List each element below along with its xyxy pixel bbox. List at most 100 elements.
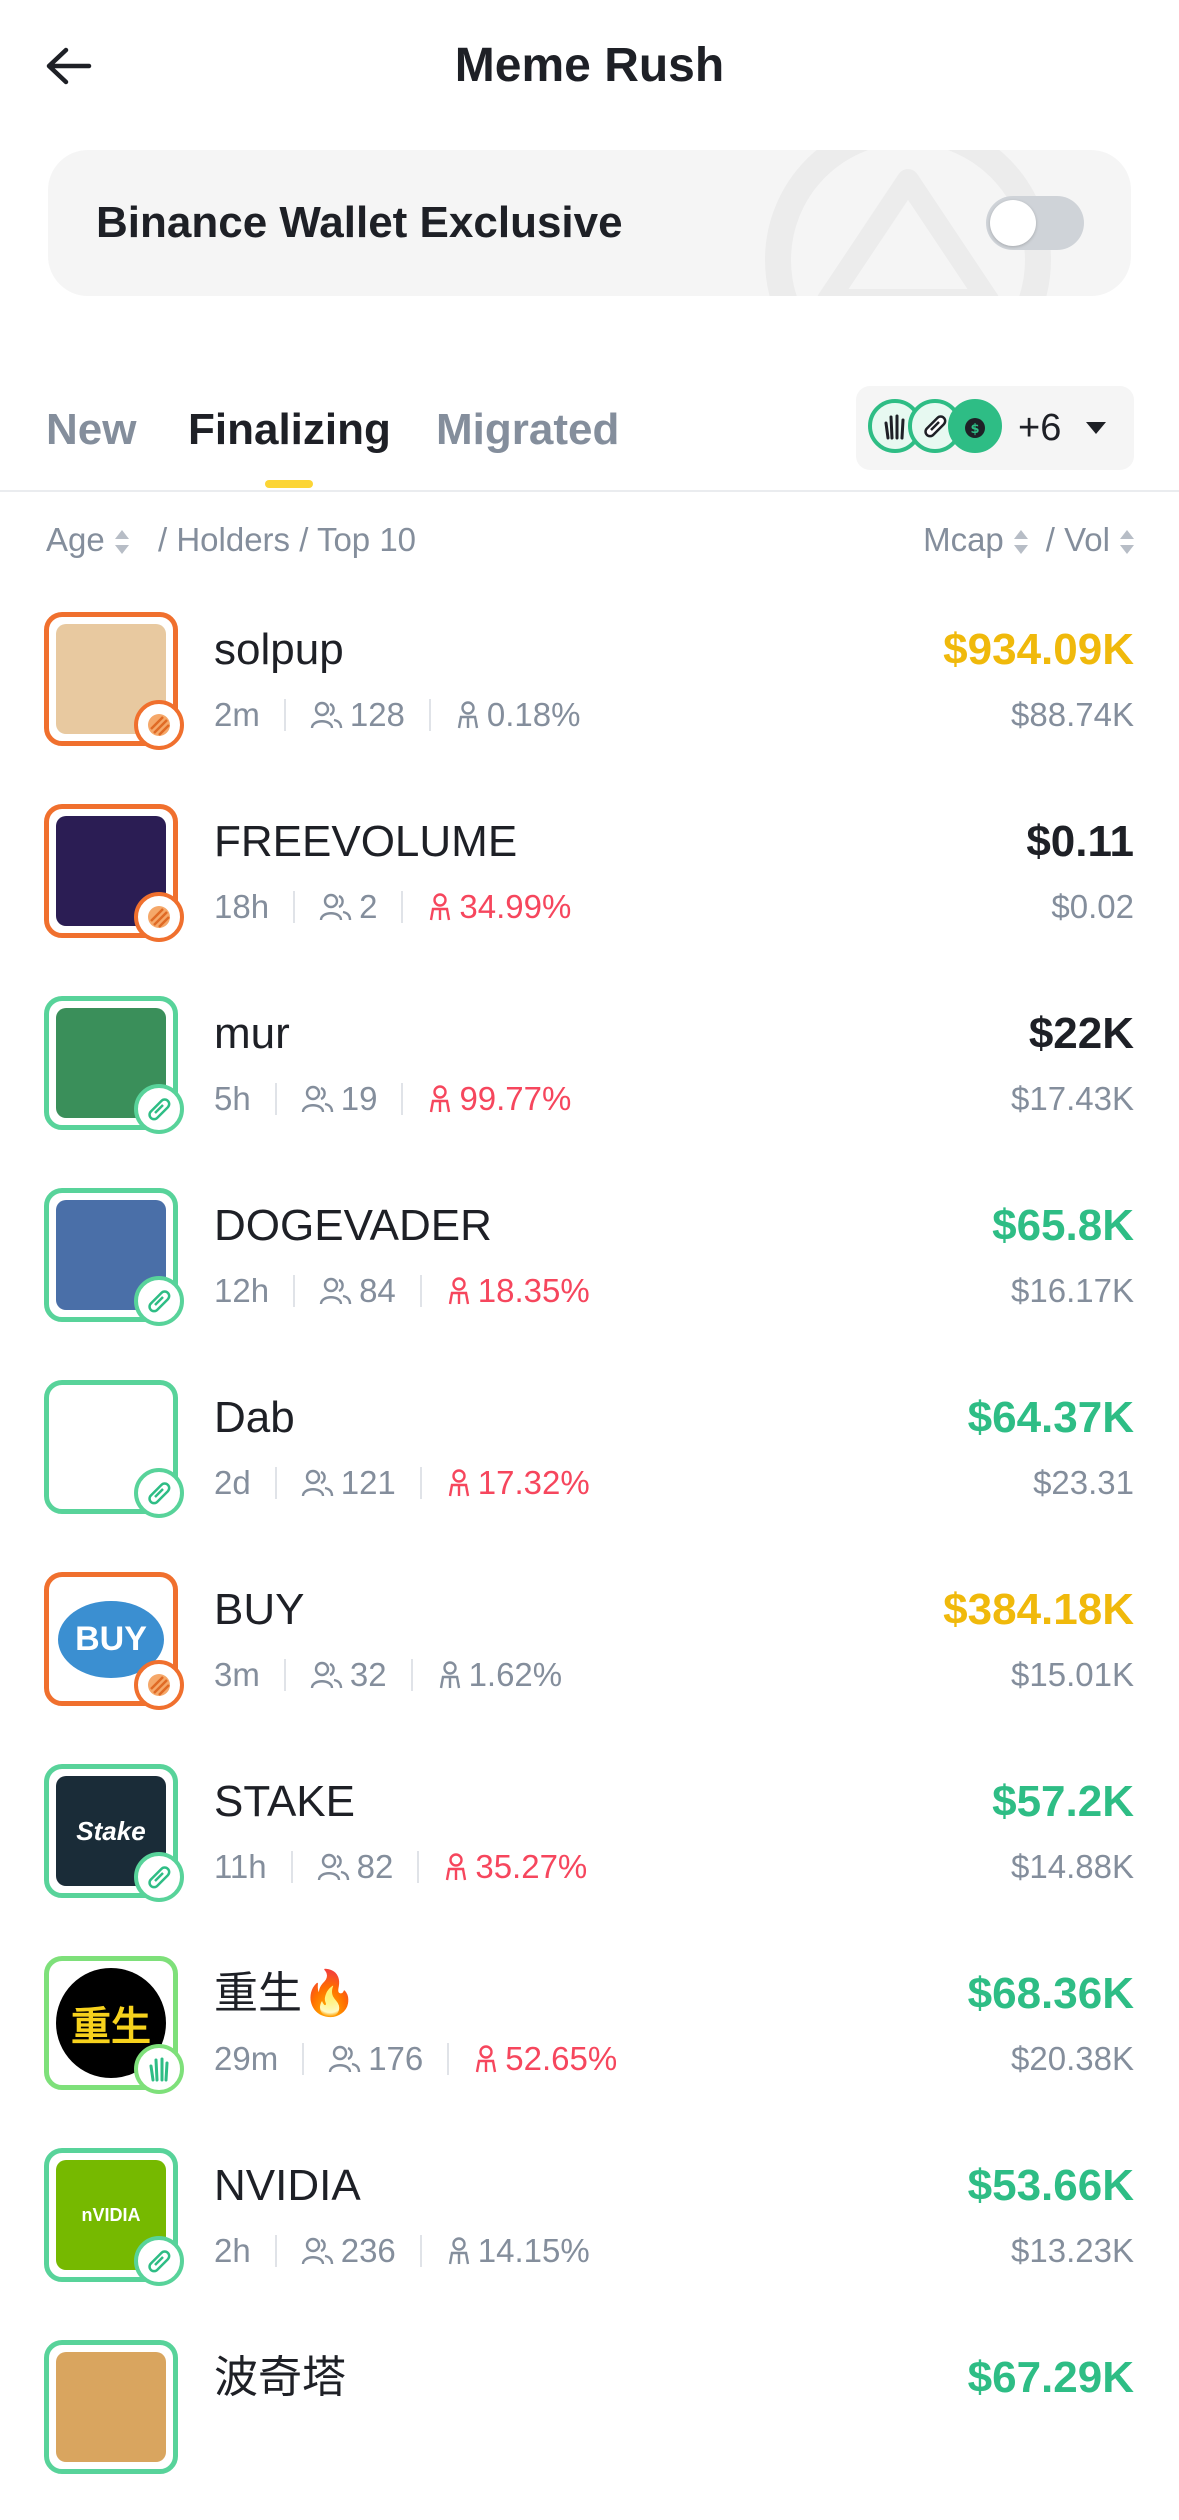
token-name: mur	[214, 1009, 290, 1058]
token-row[interactable]: nVIDIA NVIDIA 2h 236 14.15% $53.66K $13.23K	[0, 2136, 1179, 2328]
token-vol: $17.43K	[1011, 1080, 1134, 1117]
sort-icon	[114, 530, 129, 555]
sort-icon	[1120, 530, 1134, 555]
holders-icon	[319, 892, 353, 922]
token-holders: 176	[368, 2040, 424, 2077]
token-mcap: $67.29K	[967, 2353, 1134, 2402]
token-top10: 52.65%	[505, 2040, 618, 2077]
age-sort-header[interactable]: Age	[46, 515, 129, 565]
token-meta: 2d 121 17.32%	[214, 1458, 590, 1508]
avatar-text: Stake	[76, 1815, 146, 1846]
avatar-text: 重生	[71, 2005, 151, 2049]
token-top10: 17.32%	[477, 1464, 590, 1501]
pill-icon	[134, 1468, 184, 1518]
top10-icon	[427, 892, 453, 922]
divider	[401, 1083, 404, 1115]
token-top10: 34.99%	[459, 888, 572, 925]
token-meta: 18h 2 34.99%	[214, 882, 571, 932]
pill-icon	[134, 2236, 184, 2286]
divider	[274, 2235, 277, 2267]
token-avatar	[44, 996, 184, 1134]
token-age: 2m	[214, 696, 260, 733]
money-bag-icon: $	[948, 399, 1002, 453]
token-row[interactable]: BUY BUY 3m 32 1.62% $384.18K $15.01K	[0, 1560, 1179, 1752]
caret-down-icon	[1086, 422, 1106, 434]
divider	[274, 1467, 277, 1499]
divider	[447, 2043, 450, 2075]
tab-finalizing[interactable]: Finalizing	[188, 402, 391, 458]
divider	[293, 1275, 296, 1307]
token-vol: $15.01K	[1011, 1656, 1134, 1693]
binance-exclusive-card: Binance Wallet Exclusive	[48, 150, 1131, 296]
token-vol: $13.23K	[1011, 2232, 1134, 2269]
token-age: 12h	[214, 1272, 270, 1309]
stripes-icon	[134, 892, 184, 942]
divider	[428, 699, 431, 731]
pill-icon	[134, 1084, 184, 1134]
token-avatar: Stake	[44, 1764, 184, 1902]
divider	[401, 891, 404, 923]
token-age: 29m	[214, 2040, 279, 2077]
token-top10: 0.18%	[486, 696, 581, 733]
mcap-vol-sort-header[interactable]: Mcap / Vol	[923, 515, 1134, 565]
token-vol: $20.38K	[1011, 2040, 1134, 2077]
tab-migrated[interactable]: Migrated	[436, 402, 619, 458]
token-top10: 35.27%	[475, 1848, 588, 1885]
token-meta: 2h 236 14.15%	[214, 2226, 590, 2276]
token-meta: 5h 19 99.77%	[214, 1074, 571, 1124]
divider	[274, 1083, 277, 1115]
tab-bar: New Finalizing Migrated $ +6	[0, 380, 1179, 492]
token-meta: 2m 128 0.18%	[214, 690, 580, 740]
token-meta: 3m 32 1.62%	[214, 1650, 562, 1700]
token-age: 5h	[214, 1080, 251, 1117]
token-mcap: $57.2K	[992, 1777, 1134, 1826]
token-holders: 19	[340, 1080, 378, 1117]
exclusive-toggle[interactable]	[986, 196, 1084, 250]
toggle-knob	[990, 200, 1036, 246]
top10-icon	[473, 2044, 499, 2074]
token-holders: 84	[359, 1272, 396, 1309]
divider	[419, 2235, 422, 2267]
divider	[283, 699, 286, 731]
token-top10: 18.35%	[477, 1272, 590, 1309]
top10-icon	[446, 1276, 472, 1306]
token-row[interactable]: 波奇塔 $67.29K	[0, 2328, 1179, 2520]
token-avatar	[44, 612, 184, 750]
pill-icon	[134, 1276, 184, 1326]
sort-icon	[1013, 530, 1028, 555]
protocol-filter-button[interactable]: $ +6	[856, 386, 1134, 470]
token-row[interactable]: Stake STAKE 11h 82 35.27% $57.2K $14.88K	[0, 1752, 1179, 1944]
token-name: FREEVOLUME	[214, 817, 518, 866]
token-row[interactable]: solpup 2m 128 0.18% $934.09K $88.74K	[0, 600, 1179, 792]
token-vol: $14.88K	[1011, 1848, 1134, 1885]
token-row[interactable]: 重生 重生🔥 29m 176 52.65% $68.36K $20.38K	[0, 1944, 1179, 2136]
filter-extra-count: +6	[1018, 407, 1062, 449]
token-mcap: $64.37K	[967, 1393, 1134, 1442]
tab-new[interactable]: New	[46, 402, 136, 458]
token-name: NVIDIA	[214, 2161, 361, 2210]
token-row[interactable]: Dab 2d 121 17.32% $64.37K $23.31	[0, 1368, 1179, 1560]
token-avatar	[44, 2340, 178, 2474]
holders-icon	[317, 1852, 351, 1882]
token-top10: 99.77%	[459, 1080, 572, 1117]
pill-icon	[134, 1852, 184, 1902]
divider	[419, 1275, 422, 1307]
stripes-icon	[134, 700, 184, 750]
token-vol: $23.31	[1033, 1464, 1134, 1501]
token-mcap: $384.18K	[943, 1585, 1134, 1634]
token-name: DOGEVADER	[214, 1201, 492, 1250]
top10-icon	[446, 2236, 472, 2266]
token-holders: 236	[340, 2232, 396, 2269]
token-avatar	[44, 1380, 184, 1518]
token-name: Dab	[214, 1393, 295, 1442]
token-name: STAKE	[214, 1777, 356, 1826]
svg-text:$: $	[970, 422, 979, 437]
page-title: Meme Rush	[454, 39, 725, 92]
divider	[290, 1851, 293, 1883]
token-row[interactable]: DOGEVADER 12h 84 18.35% $65.8K $16.17K	[0, 1176, 1179, 1368]
token-name: solpup	[214, 625, 344, 674]
token-meta: 29m 176 52.65%	[214, 2034, 617, 2084]
token-row[interactable]: FREEVOLUME 18h 2 34.99% $0.11 $0.02	[0, 792, 1179, 984]
token-row[interactable]: mur 5h 19 99.77% $22K $17.43K	[0, 984, 1179, 1176]
holders-header-label: / Holders / Top 10	[158, 521, 417, 558]
